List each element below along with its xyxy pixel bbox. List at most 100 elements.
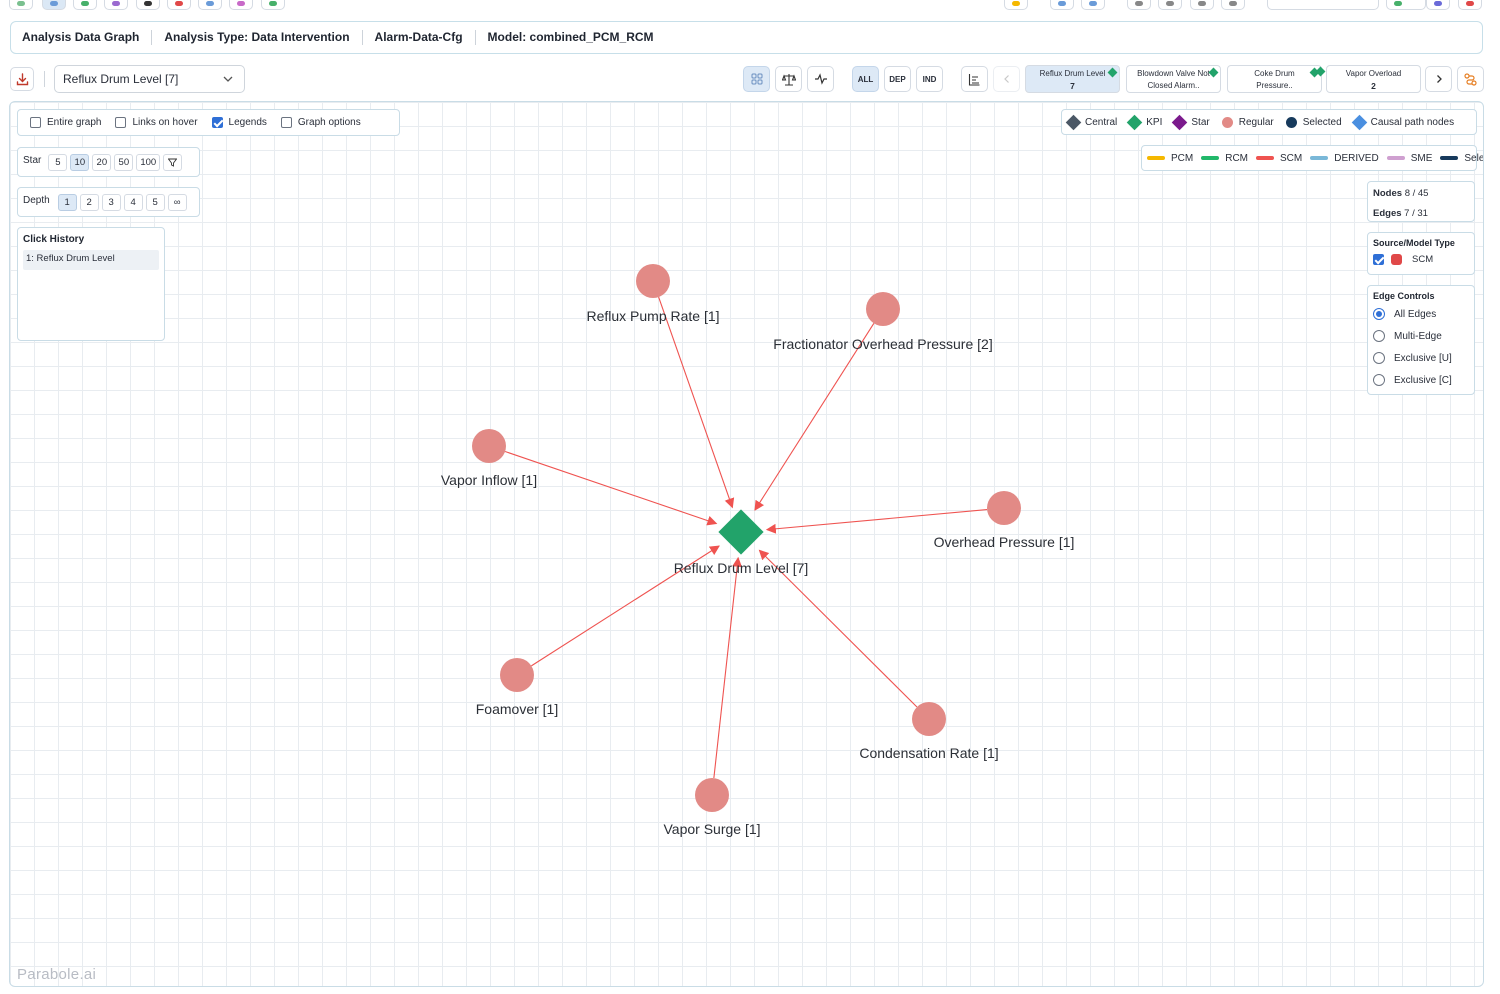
depth-option-4[interactable]: 4 (123, 193, 143, 211)
toolbar-button[interactable] (9, 0, 33, 10)
legend-edge-label: SME (1410, 152, 1433, 164)
graph-node[interactable] (695, 778, 729, 812)
edges-stat: Edges 7 / 31 (1373, 208, 1469, 220)
graph-node[interactable] (500, 658, 534, 692)
pulse-button[interactable] (807, 66, 834, 92)
legends-checkbox[interactable]: Legends (211, 117, 267, 128)
toolbar-button[interactable] (261, 0, 285, 10)
toolbar-button[interactable] (1221, 0, 1245, 10)
edges-value: 7 / 31 (1404, 208, 1428, 219)
links-on-hover-checkbox[interactable]: Links on hover (115, 117, 198, 128)
star-option-20[interactable]: 20 (92, 153, 112, 171)
download-icon (16, 72, 28, 85)
edge-option-exclusive-u-[interactable]: Exclusive [U] (1373, 347, 1469, 369)
edge-controls-panel: Edge Controls All Edges Multi-Edge Exclusi… (1367, 285, 1475, 395)
central-node-label: Reflux Drum Level [7] (674, 560, 809, 576)
star-option-10[interactable]: 10 (70, 153, 90, 171)
depth-option-5[interactable]: 5 (145, 193, 165, 211)
node-select[interactable]: Reflux Drum Level [7] (54, 65, 245, 93)
download-button[interactable] (10, 67, 34, 91)
toolbar-button[interactable] (1050, 0, 1074, 10)
graph-node[interactable] (912, 702, 946, 736)
graph-options-checkbox[interactable]: Graph options (280, 117, 361, 128)
prev-kpi-button[interactable] (993, 66, 1020, 92)
toolbar-button[interactable] (229, 0, 253, 10)
kpi-tab[interactable]: Vapor Overload 2 (1315, 65, 1421, 93)
next-kpi-button[interactable] (1425, 66, 1452, 92)
central-kpi-node[interactable] (718, 509, 764, 555)
edge-option-label: Exclusive [U] (1394, 352, 1452, 364)
nodes-value: 8 / 45 (1404, 188, 1429, 199)
user-menu[interactable] (1267, 0, 1379, 10)
breadcrumb: Analysis Data Graph Analysis Type: Data … (10, 21, 1483, 54)
legend-item-label: Regular (1238, 116, 1274, 128)
node-legend: Central KPI Star Regular Selected Causal path… (1061, 109, 1477, 135)
balance-button[interactable] (775, 66, 802, 92)
radio-button[interactable] (1373, 308, 1385, 320)
depth-option-∞[interactable]: ∞ (167, 193, 187, 211)
graph-node[interactable] (987, 491, 1021, 525)
edge-color-swatch (1256, 156, 1275, 160)
graph-toolbar: Reflux Drum Level [7] ALL DEP IND Reflux… (0, 62, 1500, 96)
grid-view-button[interactable] (743, 66, 770, 92)
kpi-tab[interactable]: Blowdown Valve Not Closed Alarm.. (1126, 65, 1221, 93)
close-button[interactable] (1458, 0, 1482, 10)
graph-node[interactable] (636, 264, 670, 298)
grid-icon (751, 73, 762, 85)
legend-edge-label: RCM (1225, 152, 1249, 164)
graph-svg[interactable]: Reflux Pump Rate [1] Fractionator Overhea… (10, 102, 1484, 987)
diamond-icon (1172, 114, 1188, 130)
entire-graph-checkbox[interactable]: Entire graph (30, 117, 101, 128)
edge-legend-items: PCM RCM SCM DERIVED SME Selected (1147, 152, 1483, 164)
toolbar-button[interactable] (73, 0, 97, 10)
graph-node[interactable] (472, 429, 506, 463)
toolbar-button[interactable] (136, 0, 160, 10)
depth-option-1[interactable]: 1 (57, 193, 77, 211)
chevron-down-icon (223, 76, 233, 82)
kpi-tab[interactable]: Reflux Drum Level 7 (1025, 65, 1120, 93)
toolbar-button[interactable] (1081, 0, 1105, 10)
layout-button[interactable] (961, 66, 988, 92)
star-option-5[interactable]: 5 (48, 153, 68, 171)
radio-button[interactable] (1373, 352, 1385, 364)
source-model-item-label: SCM (1412, 254, 1434, 265)
graph-canvas[interactable]: Reflux Pump Rate [1] Fractionator Overhea… (9, 101, 1484, 987)
toolbar-button[interactable] (42, 0, 66, 10)
legend-item-label: Star (1191, 116, 1210, 128)
toolbar-button[interactable] (198, 0, 222, 10)
graph-edge[interactable] (765, 508, 988, 534)
edge-option-label: Multi-Edge (1394, 330, 1442, 342)
star-option-100[interactable]: 100 (136, 153, 161, 171)
toolbar-button[interactable] (167, 0, 191, 10)
settings-button[interactable] (1426, 0, 1450, 10)
depth-option-3[interactable]: 3 (101, 193, 121, 211)
kpi-tab-label: Vapor Overload (1345, 69, 1402, 78)
star-filter-button[interactable] (163, 153, 183, 171)
filter-all-button[interactable]: ALL (852, 66, 879, 92)
toolbar-button[interactable] (1158, 0, 1182, 10)
toolbar-button[interactable] (1190, 0, 1214, 10)
source-model-item[interactable]: SCM (1373, 254, 1469, 265)
graph-edge[interactable] (713, 556, 743, 779)
filter-ind-button[interactable]: IND (916, 66, 943, 92)
legend-item-kpi: KPI (1126, 114, 1162, 130)
edge-option-exclusive-c-[interactable]: Exclusive [C] (1373, 369, 1469, 391)
kpi-tab[interactable]: Coke Drum Pressure.. (1227, 65, 1322, 93)
filter-dep-button[interactable]: DEP (884, 66, 911, 92)
radio-button[interactable] (1373, 330, 1385, 342)
toolbar-button[interactable] (1127, 0, 1151, 10)
edge-option-all-edges[interactable]: All Edges (1373, 303, 1469, 325)
edge-option-multi-edge[interactable]: Multi-Edge (1373, 325, 1469, 347)
graph-node[interactable] (866, 292, 900, 326)
radio-button[interactable] (1373, 374, 1385, 386)
filter-icon (168, 158, 178, 167)
legend-edge-sme: SME (1386, 152, 1433, 164)
circle-icon (1221, 116, 1233, 128)
toolbar-button[interactable] (1004, 0, 1028, 10)
graph-edge[interactable] (658, 296, 735, 509)
depth-option-2[interactable]: 2 (79, 193, 99, 211)
toolbar-button[interactable] (104, 0, 128, 10)
causal-path-button[interactable] (1457, 66, 1484, 92)
click-history-item[interactable]: 1: Reflux Drum Level (23, 250, 159, 270)
star-option-50[interactable]: 50 (114, 153, 134, 171)
